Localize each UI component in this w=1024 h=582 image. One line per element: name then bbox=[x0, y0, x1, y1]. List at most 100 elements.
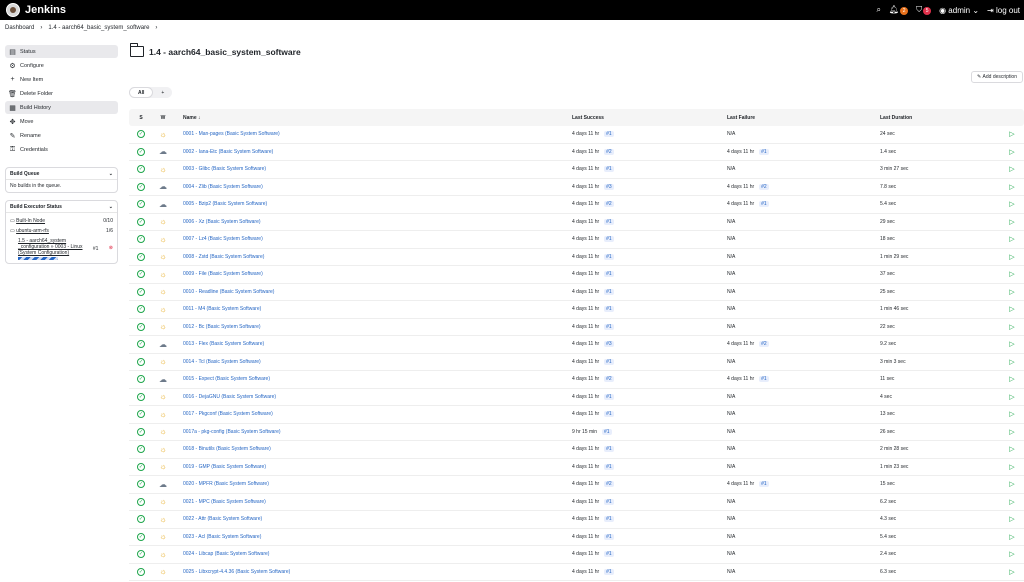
add-description-button[interactable]: ✎ Add description bbox=[970, 71, 1023, 83]
notifications-button[interactable]: 🔔︎ 2 bbox=[889, 5, 909, 15]
play-icon[interactable]: ▷ bbox=[1009, 359, 1014, 366]
job-link[interactable]: 0019 - GMP (Basic System Software) bbox=[183, 464, 266, 470]
play-icon[interactable]: ▷ bbox=[1009, 184, 1014, 191]
job-link[interactable]: 0009 - File (Basic System Software) bbox=[183, 271, 263, 277]
job-link[interactable]: 0017a - pkg-config (Basic System Softwar… bbox=[183, 429, 281, 435]
job-link[interactable]: 0024 - Libcap (Basic System Software) bbox=[183, 551, 269, 557]
build-number[interactable]: #2 bbox=[604, 376, 614, 383]
build-number[interactable]: #2 bbox=[604, 201, 614, 208]
job-link[interactable]: 0021 - MPC (Basic System Software) bbox=[183, 499, 266, 505]
play-icon[interactable]: ▷ bbox=[1009, 569, 1014, 576]
breadcrumb-dashboard[interactable]: Dashboard bbox=[5, 25, 34, 31]
build-number[interactable]: #1 bbox=[759, 201, 769, 208]
play-icon[interactable]: ▷ bbox=[1009, 376, 1014, 383]
job-link[interactable]: 0006 - Xz (Basic System Software) bbox=[183, 219, 261, 225]
user-menu[interactable]: ◉ admin ⌄ bbox=[939, 6, 979, 15]
job-link[interactable]: 0013 - Flex (Basic System Software) bbox=[183, 341, 264, 347]
job-link[interactable]: 0007 - Lz4 (Basic System Software) bbox=[183, 236, 263, 242]
job-link[interactable]: 0015 - Expect (Basic System Software) bbox=[183, 376, 270, 382]
play-icon[interactable]: ▷ bbox=[1009, 446, 1014, 453]
job-link[interactable]: 0001 - Man-pages (Basic System Software) bbox=[183, 131, 280, 137]
play-icon[interactable]: ▷ bbox=[1009, 534, 1014, 541]
play-icon[interactable]: ▷ bbox=[1009, 411, 1014, 418]
build-number[interactable]: #1 bbox=[604, 323, 614, 330]
build-number[interactable]: #2 bbox=[604, 148, 614, 155]
play-icon[interactable]: ▷ bbox=[1009, 166, 1014, 173]
job-link[interactable]: 0014 - Tcl (Basic System Software) bbox=[183, 359, 261, 365]
build-number[interactable]: #1 bbox=[604, 131, 614, 138]
play-icon[interactable]: ▷ bbox=[1009, 516, 1014, 523]
build-number[interactable]: #1 bbox=[604, 411, 614, 418]
build-number[interactable]: #2 bbox=[759, 183, 769, 190]
job-link[interactable]: 0022 - Attr (Basic System Software) bbox=[183, 516, 262, 522]
build-number[interactable]: #1 bbox=[604, 568, 614, 575]
logout-link[interactable]: ⇥ log out bbox=[987, 6, 1020, 15]
play-icon[interactable]: ▷ bbox=[1009, 254, 1014, 261]
play-icon[interactable]: ▷ bbox=[1009, 394, 1014, 401]
col-weather[interactable]: W bbox=[153, 115, 173, 121]
play-icon[interactable]: ▷ bbox=[1009, 131, 1014, 138]
job-link[interactable]: 0018 - Binutils (Basic System Software) bbox=[183, 446, 271, 452]
jenkins-home-link[interactable]: Jenkins bbox=[6, 3, 66, 17]
play-icon[interactable]: ▷ bbox=[1009, 551, 1014, 558]
job-link[interactable]: 0010 - Readline (Basic System Software) bbox=[183, 289, 274, 295]
build-number[interactable]: #1 bbox=[604, 218, 614, 225]
job-link[interactable]: 0025 - Libxcrypt-4.4.36 (Basic System So… bbox=[183, 569, 290, 575]
build-number[interactable]: #1 bbox=[602, 428, 612, 435]
security-button[interactable]: ⛉ 5 bbox=[916, 5, 932, 15]
breadcrumb-folder[interactable]: 1.4 - aarch64_basic_system_software bbox=[48, 25, 149, 31]
play-icon[interactable]: ▷ bbox=[1009, 306, 1014, 313]
build-number[interactable]: #1 bbox=[604, 253, 614, 260]
build-number[interactable]: #1 bbox=[604, 236, 614, 243]
job-link[interactable]: 0011 - M4 (Basic System Software) bbox=[183, 306, 261, 312]
sidebar-item-new-item[interactable]: + New Item bbox=[5, 73, 118, 86]
build-number[interactable]: #1 bbox=[604, 463, 614, 470]
build-number[interactable]: #2 bbox=[759, 341, 769, 348]
build-number[interactable]: #3 bbox=[604, 183, 614, 190]
build-number[interactable]: #1 bbox=[759, 376, 769, 383]
play-icon[interactable]: ▷ bbox=[1009, 341, 1014, 348]
play-icon[interactable]: ▷ bbox=[1009, 149, 1014, 156]
sidebar-item-rename[interactable]: ✎ Rename bbox=[5, 129, 118, 142]
executor-node[interactable]: ▭ ubuntu-arm-rfs 1/6 bbox=[10, 226, 113, 236]
job-link[interactable]: 0003 - Glibc (Basic System Software) bbox=[183, 166, 266, 172]
build-number[interactable]: #1 bbox=[604, 306, 614, 313]
job-number[interactable]: #1 bbox=[93, 246, 99, 260]
search-icon[interactable]: ⌕ bbox=[876, 5, 880, 15]
job-link[interactable]: 0016 - DejaGNU (Basic System Software) bbox=[183, 394, 276, 400]
sidebar-item-move[interactable]: ✥ Move bbox=[5, 115, 118, 128]
job-link[interactable]: 0005 - Bzip2 (Basic System Software) bbox=[183, 201, 267, 207]
job-link[interactable]: 0023 - Acl (Basic System Software) bbox=[183, 534, 261, 540]
job-link[interactable]: 0012 - Bc (Basic System Software) bbox=[183, 324, 261, 330]
play-icon[interactable]: ▷ bbox=[1009, 289, 1014, 296]
job-link[interactable]: 0004 - Zlib (Basic System Software) bbox=[183, 184, 263, 190]
build-number[interactable]: #1 bbox=[604, 288, 614, 295]
build-number[interactable]: #2 bbox=[604, 481, 614, 488]
tab-all[interactable]: All bbox=[129, 87, 154, 98]
col-last-success[interactable]: Last Success bbox=[572, 115, 727, 121]
play-icon[interactable]: ▷ bbox=[1009, 324, 1014, 331]
play-icon[interactable]: ▷ bbox=[1009, 271, 1014, 278]
build-number[interactable]: #1 bbox=[604, 393, 614, 400]
build-number[interactable]: #1 bbox=[604, 271, 614, 278]
build-number[interactable]: #1 bbox=[604, 533, 614, 540]
job-link[interactable]: 0008 - Zstd (Basic System Software) bbox=[183, 254, 264, 260]
build-number[interactable]: #1 bbox=[604, 516, 614, 523]
job-link[interactable]: 0017 - Pkgconf (Basic System Software) bbox=[183, 411, 273, 417]
play-icon[interactable]: ▷ bbox=[1009, 499, 1014, 506]
cancel-icon[interactable]: ⊗ bbox=[109, 245, 113, 260]
job-link[interactable]: 0020 - MPFR (Basic System Software) bbox=[183, 481, 269, 487]
build-number[interactable]: #1 bbox=[759, 148, 769, 155]
chevron-down-icon[interactable]: ⌄ bbox=[109, 171, 113, 177]
chevron-down-icon[interactable]: ⌄ bbox=[109, 204, 113, 210]
play-icon[interactable]: ▷ bbox=[1009, 236, 1014, 243]
tab-add-view[interactable]: + bbox=[153, 87, 172, 98]
sidebar-item-status[interactable]: ▤ Status bbox=[5, 45, 118, 58]
play-icon[interactable]: ▷ bbox=[1009, 429, 1014, 436]
build-number[interactable]: #1 bbox=[759, 481, 769, 488]
build-number[interactable]: #3 bbox=[604, 341, 614, 348]
col-last-failure[interactable]: Last Failure bbox=[727, 115, 880, 121]
build-number[interactable]: #1 bbox=[604, 446, 614, 453]
play-icon[interactable]: ▷ bbox=[1009, 481, 1014, 488]
play-icon[interactable]: ▷ bbox=[1009, 201, 1014, 208]
